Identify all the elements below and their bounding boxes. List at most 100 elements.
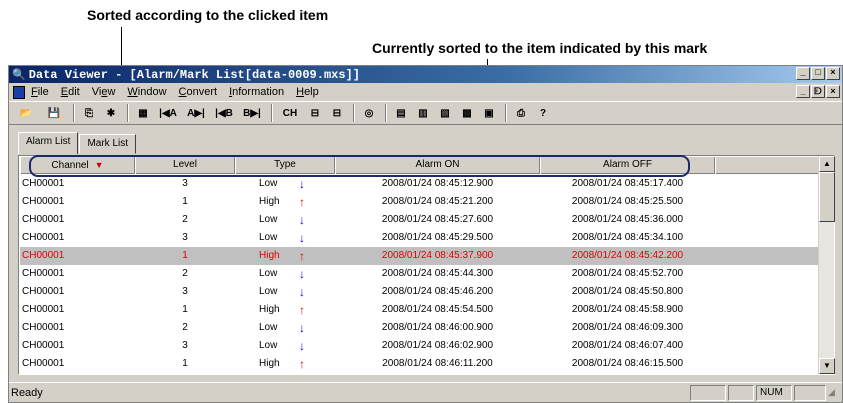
- cell-alarm-off: 2008/01/24 08:45:58.900: [540, 301, 715, 319]
- toolbar-separator: [353, 104, 355, 122]
- scroll-thumb[interactable]: [819, 172, 835, 222]
- cell-channel: CH00001: [20, 211, 135, 229]
- cell-alarm-on: 2008/01/24 08:46:11.200: [335, 355, 540, 373]
- display-icon[interactable]: ▩: [457, 104, 477, 122]
- cell-type-text: Low: [259, 214, 278, 225]
- jump-b-right-icon[interactable]: B▶|: [239, 104, 265, 122]
- cursor-icon[interactable]: ✱: [101, 104, 121, 122]
- menu-item-2[interactable]: View: [92, 86, 116, 98]
- menu-item-5[interactable]: Information: [229, 86, 284, 98]
- cell-alarm-off: 2008/01/24 08:46:09.300: [540, 319, 715, 337]
- cell-type-text: Low: [259, 286, 278, 297]
- cell-level-text: 3: [182, 178, 188, 189]
- cell-channel-text: CH00001: [22, 196, 65, 207]
- cell-level: 2: [135, 319, 235, 337]
- channel-icon[interactable]: CH: [277, 104, 303, 122]
- cell-alarm-off: 2008/01/24 08:45:50.800: [540, 283, 715, 301]
- alarm-icon[interactable]: ⊟: [327, 104, 347, 122]
- cell-type: High ↑: [235, 193, 335, 211]
- jump-b-left-icon[interactable]: |◀B: [211, 104, 237, 122]
- tab-alarm-list[interactable]: Alarm List: [18, 132, 79, 154]
- table-row[interactable]: CH00001 2 Low ↓ 2008/01/24 08:45:44.300 2008/…: [20, 265, 818, 283]
- vertical-scrollbar[interactable]: ▲ ▼: [818, 156, 835, 374]
- minimize-button[interactable]: _: [796, 67, 810, 80]
- cell-level-text: 1: [182, 250, 188, 261]
- open-icon[interactable]: 📂: [13, 104, 39, 122]
- table-row[interactable]: CH00001 2 Low ↓ 2008/01/24 08:46:00.900 2008/…: [20, 319, 818, 337]
- jump-a-left-icon[interactable]: |◀A: [155, 104, 181, 122]
- mdi-restore-button[interactable]: ᗟ: [811, 85, 825, 98]
- list-icon[interactable]: ▥: [413, 104, 433, 122]
- circle-icon[interactable]: ◎: [359, 104, 379, 122]
- table-row[interactable]: CH00001 1 High ↑ 2008/01/24 08:45:37.900 2008…: [20, 247, 818, 265]
- table-row[interactable]: CH00001 2 Low ↓ 2008/01/24 08:45:27.600 2008/…: [20, 211, 818, 229]
- menu-item-0[interactable]: File: [31, 86, 49, 98]
- scroll-up-button[interactable]: ▲: [819, 156, 835, 172]
- toolbar-separator: [271, 104, 273, 122]
- cell-alarm-on: 2008/01/24 08:45:54.500: [335, 301, 540, 319]
- cell-channel-text: CH00001: [22, 286, 65, 297]
- cell-alarm-off: 2008/01/24 08:46:07.400: [540, 337, 715, 355]
- arrow-down-icon: ↓: [299, 231, 305, 245]
- window-title: Data Viewer - [Alarm/Mark List[data-0009…: [28, 67, 360, 82]
- cell-alarm-off-text: 2008/01/24 08:45:36.000: [571, 214, 684, 225]
- tab-mark-list[interactable]: Mark List: [79, 134, 137, 154]
- toolbar-separator: [385, 104, 387, 122]
- cell-type: High ↑: [235, 301, 335, 319]
- chart-icon[interactable]: ▧: [435, 104, 455, 122]
- cell-alarm-on: 2008/01/24 08:45:12.900: [335, 175, 540, 193]
- jump-a-right-icon[interactable]: A▶|: [183, 104, 209, 122]
- cell-alarm-off-text: 2008/01/24 08:46:15.500: [571, 358, 684, 369]
- info-icon[interactable]: ▣: [479, 104, 499, 122]
- cell-alarm-off: 2008/01/24 08:45:17.400: [540, 175, 715, 193]
- cell-alarm-off-text: 2008/01/24 08:45:58.900: [571, 304, 684, 315]
- document-icon[interactable]: [13, 85, 25, 99]
- cell-alarm-on: 2008/01/24 08:46:02.900: [335, 337, 540, 355]
- table-row[interactable]: CH00001 3 Low ↓ 2008/01/24 08:45:12.900 2008/…: [20, 175, 818, 193]
- copy-icon[interactable]: ⎘: [79, 104, 99, 122]
- close-button[interactable]: ×: [826, 67, 840, 80]
- arrow-up-icon: ↑: [299, 249, 305, 263]
- cell-level-text: 3: [182, 340, 188, 351]
- menu-item-3[interactable]: Window: [127, 86, 166, 98]
- arrow-down-icon: ↓: [299, 213, 305, 227]
- mdi-close-button[interactable]: ×: [826, 85, 840, 98]
- cell-level: 3: [135, 337, 235, 355]
- cell-channel-text: CH00001: [22, 358, 65, 369]
- table-row[interactable]: CH00001 3 Low ↓ 2008/01/24 08:45:29.500 2008/…: [20, 229, 818, 247]
- cell-channel: CH00001: [20, 247, 135, 265]
- grid-icon[interactable]: ▦: [133, 104, 153, 122]
- cell-type: High ↑: [235, 355, 335, 373]
- maximize-button[interactable]: □: [811, 67, 825, 80]
- table-row[interactable]: CH00001 3 Low ↓ 2008/01/24 08:45:46.200 2008/…: [20, 283, 818, 301]
- table-row[interactable]: CH00001 1 High ↑ 2008/01/24 08:46:11.200 2008…: [20, 355, 818, 373]
- mdi-minimize-button[interactable]: _: [796, 85, 810, 98]
- toolbar: 📂 💾 ⎘ ✱ ▦ |◀A A▶| |◀B B▶| CH ⊟ ⊟ ◎ ▤ ▥ ▧ ▩ ▣ ⎙?: [9, 101, 842, 125]
- toolbar-separator: [127, 104, 129, 122]
- scroll-down-button[interactable]: ▼: [819, 358, 835, 374]
- arrow-up-icon: ↑: [299, 303, 305, 317]
- print-icon[interactable]: ⎙: [511, 104, 531, 122]
- cell-alarm-off-text: 2008/01/24 08:46:07.400: [571, 340, 684, 351]
- table-row[interactable]: CH00001 3 Low ↓ 2008/01/24 08:46:02.900 2008/…: [20, 337, 818, 355]
- mark-icon[interactable]: ⊟: [305, 104, 325, 122]
- table-icon[interactable]: ▤: [391, 104, 411, 122]
- cell-type-text: High: [259, 358, 280, 369]
- cell-alarm-off-text: 2008/01/24 08:45:25.500: [571, 196, 684, 207]
- save-icon[interactable]: 💾: [41, 104, 67, 122]
- cell-channel-text: CH00001: [22, 340, 65, 351]
- menu-item-6[interactable]: Help: [296, 86, 319, 98]
- cell-channel: CH00001: [20, 193, 135, 211]
- menu-item-4[interactable]: Convert: [179, 86, 218, 98]
- table-row[interactable]: CH00001 1 High ↑ 2008/01/24 08:45:21.200 2008…: [20, 193, 818, 211]
- table-row[interactable]: CH00001 1 High ↑ 2008/01/24 08:45:54.500 2008…: [20, 301, 818, 319]
- cell-type: Low ↓: [235, 229, 335, 247]
- menu-item-1[interactable]: Edit: [61, 86, 80, 98]
- arrow-down-icon: ↓: [299, 321, 305, 335]
- resize-grip-icon[interactable]: ◢: [828, 387, 840, 399]
- cell-channel: CH00001: [20, 229, 135, 247]
- arrow-up-icon: ↑: [299, 195, 305, 209]
- help-icon[interactable]: ?: [533, 104, 553, 122]
- menu-bar: File Edit View Window Convert Information Help…: [9, 83, 842, 101]
- cell-alarm-on: 2008/01/24 08:45:46.200: [335, 283, 540, 301]
